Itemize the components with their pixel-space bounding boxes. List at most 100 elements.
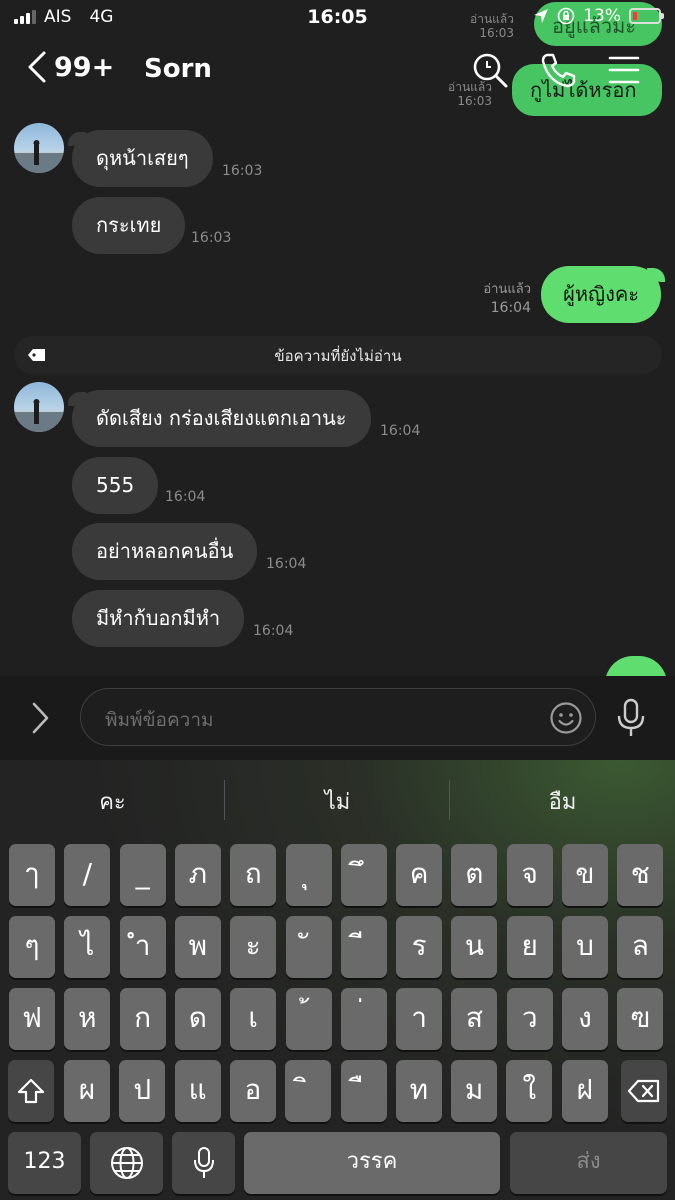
key[interactable]: ี: [340, 916, 387, 978]
key[interactable]: ห: [64, 988, 111, 1050]
key[interactable]: ต: [451, 844, 498, 906]
space-key[interactable]: วรรค: [244, 1132, 500, 1194]
key[interactable]: ง: [562, 988, 608, 1050]
key[interactable]: ื: [340, 1060, 387, 1122]
message-bubble-incoming[interactable]: กระเทย: [72, 197, 186, 254]
message-bubble-incoming[interactable]: มีหำก้บอกมีหำ: [72, 590, 245, 647]
emoji-icon[interactable]: [549, 701, 583, 735]
key[interactable]: /: [64, 844, 111, 906]
message-bubble-incoming[interactable]: อย่าหลอกคนอื่น: [72, 523, 258, 580]
message-time: 16:04: [490, 300, 531, 316]
menu-icon[interactable]: [604, 50, 644, 90]
avatar[interactable]: [14, 123, 64, 173]
message-time: 16:04: [165, 489, 206, 505]
message-bubble-incoming[interactable]: ดัดเสียง กร่องเสียงแตกเอานะ: [68, 390, 371, 447]
key[interactable]: บ: [562, 916, 608, 978]
send-key[interactable]: ส่ง: [510, 1132, 667, 1194]
key[interactable]: ุ: [285, 844, 332, 906]
avatar[interactable]: [14, 382, 64, 432]
key[interactable]: น: [451, 916, 498, 978]
key[interactable]: ค: [396, 844, 443, 906]
message-read-status: อ่านแล้ว 16:04: [470, 281, 531, 317]
message-text: กระเทย: [96, 213, 162, 237]
message-input[interactable]: พิมพ์ข้อความ: [80, 688, 596, 746]
message-input-bar: พิมพ์ข้อความ: [0, 676, 675, 760]
key[interactable]: ่: [340, 988, 387, 1050]
shift-icon: [17, 1078, 45, 1104]
key[interactable]: ข: [562, 844, 608, 906]
message-text: 555: [96, 473, 135, 497]
key[interactable]: ฃ: [617, 988, 664, 1050]
globe-key[interactable]: [90, 1132, 163, 1194]
message-text: ดุหน้าเสยๆ: [96, 146, 189, 170]
microphone-icon: [193, 1147, 214, 1178]
key[interactable]: ะ: [230, 916, 277, 978]
key[interactable]: ถ: [230, 844, 277, 906]
shift-key[interactable]: [8, 1060, 54, 1122]
unread-count: 99+: [54, 51, 115, 83]
key[interactable]: อ: [229, 1060, 276, 1122]
delete-key[interactable]: [621, 1060, 667, 1122]
chat-header: 99+ Sorn: [0, 36, 675, 106]
key[interactable]: ฝ: [561, 1060, 608, 1122]
key[interactable]: พ: [174, 916, 221, 978]
backspace-icon: [627, 1079, 660, 1103]
key[interactable]: ๆ: [9, 916, 55, 978]
key[interactable]: ส: [451, 988, 498, 1050]
keyboard: คะ ไม่ อืม ๅ/_ภถุึคตจขชๆไำพะัีรนยบลฟหกดเ…: [0, 760, 675, 1200]
key[interactable]: ท: [395, 1060, 442, 1122]
key[interactable]: ว: [506, 988, 553, 1050]
chevron-right-icon[interactable]: [28, 700, 52, 736]
message-bubble-incoming[interactable]: 555: [72, 457, 159, 514]
back-button[interactable]: 99+: [26, 50, 114, 84]
message-text: ผู้หญิงคะ: [563, 282, 639, 306]
key[interactable]: ภ: [174, 844, 221, 906]
key[interactable]: _: [119, 844, 166, 906]
message-time: 16:03: [191, 230, 232, 246]
key[interactable]: ำ: [119, 916, 166, 978]
key[interactable]: ด: [174, 988, 221, 1050]
numbers-key[interactable]: 123: [8, 1132, 81, 1194]
suggestion-item[interactable]: อืม: [450, 784, 675, 819]
key[interactable]: ร: [396, 916, 443, 978]
chevron-left-icon: [28, 51, 46, 83]
key[interactable]: ล: [617, 916, 664, 978]
unread-divider-label: ข้อความที่ยังไม่อ่าน: [274, 347, 402, 365]
key[interactable]: ช: [617, 844, 664, 906]
key[interactable]: เ: [230, 988, 277, 1050]
suggestion-item[interactable]: ไม่: [225, 784, 450, 819]
message-text: อย่าหลอกคนอื่น: [96, 539, 234, 563]
key[interactable]: ๅ: [9, 844, 55, 906]
key[interactable]: ิ: [285, 1060, 332, 1122]
battery-percent: 13%: [583, 6, 621, 26]
message-time: 16:04: [380, 423, 421, 439]
search-icon[interactable]: [470, 50, 510, 90]
key[interactable]: ้: [285, 988, 332, 1050]
message-text: มีหำก้บอกมีหำ: [96, 606, 221, 630]
key[interactable]: ย: [506, 916, 553, 978]
key[interactable]: ม: [451, 1060, 498, 1122]
key[interactable]: ึ: [340, 844, 387, 906]
chat-title: Sorn: [144, 54, 212, 84]
key[interactable]: ใ: [506, 1060, 553, 1122]
message-bubble-outgoing[interactable]: ผู้หญิงคะ: [541, 266, 665, 323]
suggestion-bar: คะ ไม่ อืม: [0, 760, 675, 842]
phone-icon[interactable]: [538, 50, 578, 90]
dictation-key[interactable]: [172, 1132, 235, 1194]
microphone-icon[interactable]: [614, 698, 648, 738]
key[interactable]: แ: [174, 1060, 221, 1122]
key[interactable]: า: [396, 988, 443, 1050]
key[interactable]: ั: [285, 916, 332, 978]
key[interactable]: ป: [119, 1060, 166, 1122]
message-bubble-incoming[interactable]: ดุหน้าเสยๆ: [68, 130, 213, 187]
key[interactable]: ก: [119, 988, 166, 1050]
key[interactable]: ไ: [64, 916, 111, 978]
key[interactable]: จ: [506, 844, 553, 906]
avatar-photo: [14, 140, 64, 173]
key[interactable]: ผ: [64, 1060, 110, 1122]
orientation-lock-icon: [557, 7, 575, 25]
suggestion-item[interactable]: คะ: [0, 784, 225, 819]
key[interactable]: ฟ: [9, 988, 55, 1050]
message-time: 16:03: [222, 163, 263, 179]
message-input-placeholder: พิมพ์ข้อความ: [105, 709, 214, 731]
